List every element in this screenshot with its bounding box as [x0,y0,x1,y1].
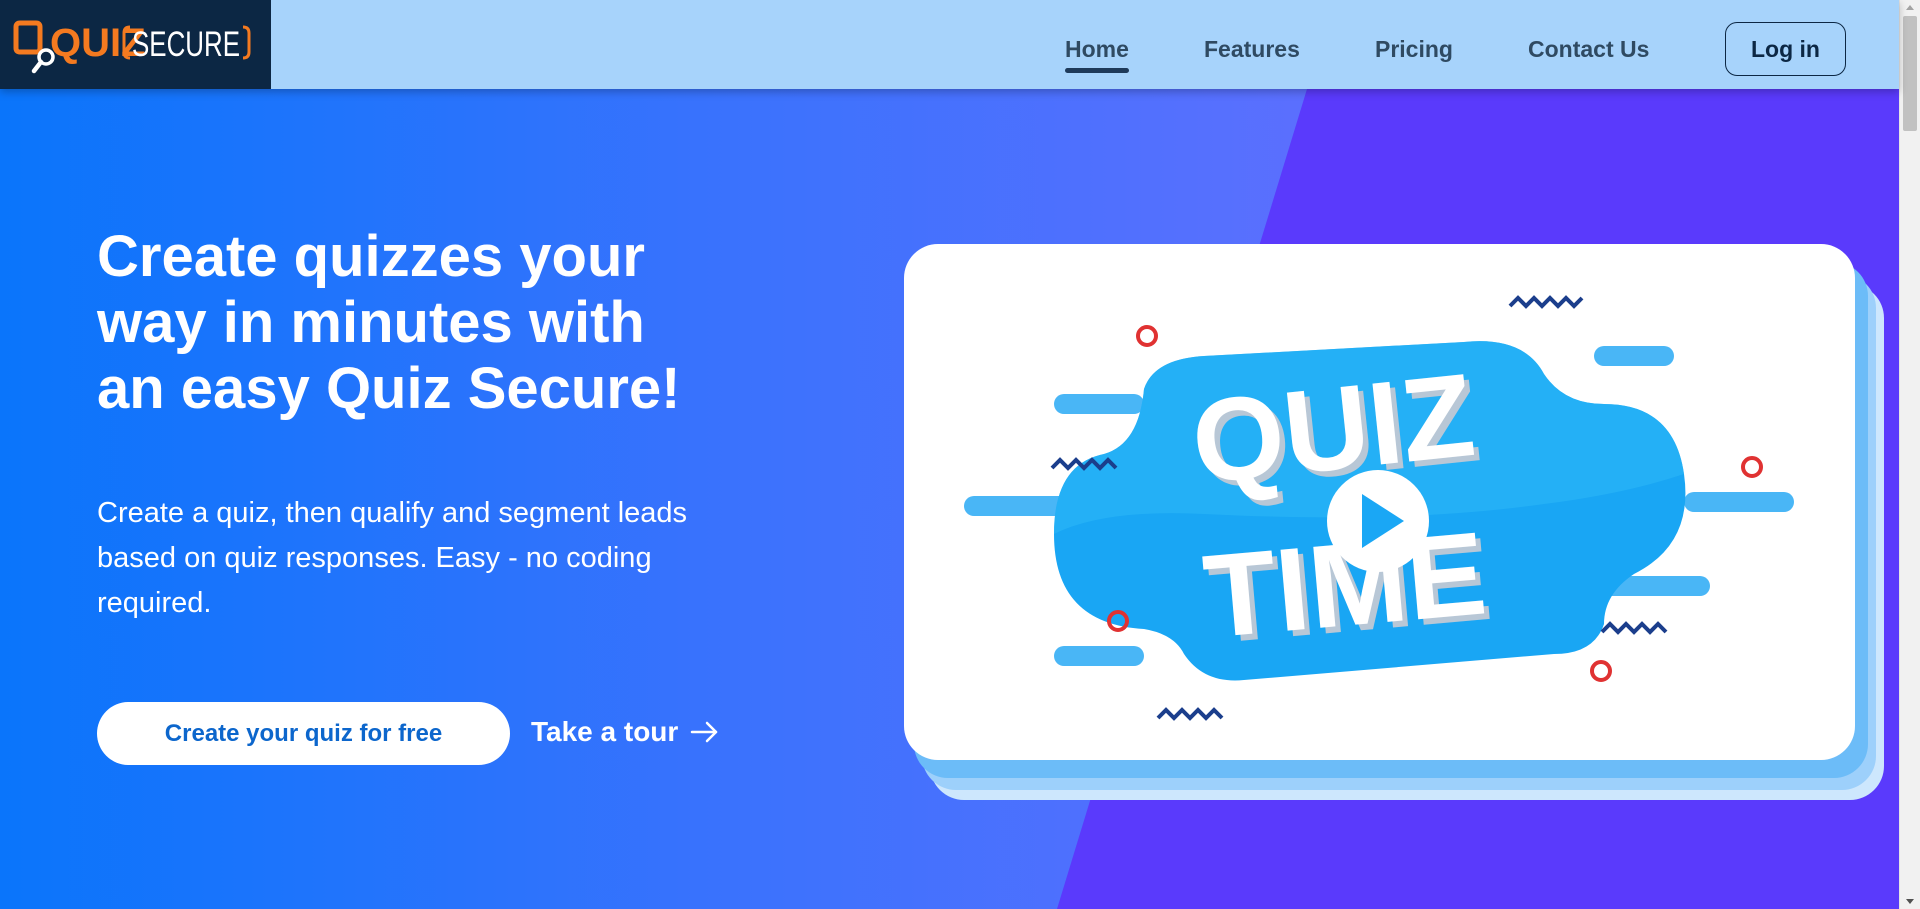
hero-subtitle-line-3: required. [97,587,212,619]
page: QUIZ SECURE Home Features Pricing Contac… [0,0,1920,909]
scroll-up-arrow-icon[interactable] [1906,5,1914,10]
take-tour-label: Take a tour [531,716,679,747]
nav-features[interactable]: Features [1204,36,1300,63]
hero-title-line-2: way in minutes with [97,290,645,355]
site-header: QUIZ SECURE Home Features Pricing Contac… [0,0,1899,89]
create-quiz-button[interactable]: Create your quiz for free [97,702,510,765]
hero-subtitle: Create a quiz, then qualify and segment … [97,491,757,626]
quiz-secure-logo: QUIZ SECURE [13,20,251,73]
quiz-time-illustration: QUIZ QUIZ TIME TIME [964,295,1794,721]
take-tour-link[interactable]: Take a tour [531,716,720,748]
hero-title-line-1: Create quizzes your [97,224,645,289]
hero-title: Create quizzes your way in minutes with … [97,224,737,422]
hero-subtitle-line-1: Create a quiz, then qualify and segment … [97,497,688,529]
scroll-down-arrow-icon[interactable] [1906,899,1914,904]
play-icon[interactable] [1327,470,1429,572]
logo-secure-text: SECURE [132,25,240,64]
vertical-scrollbar[interactable] [1899,0,1920,909]
scrollbar-thumb[interactable] [1903,16,1917,131]
arrow-right-icon [691,721,718,743]
quiz-time-video[interactable]: QUIZ QUIZ TIME TIME [904,244,1855,760]
brand-logo[interactable]: QUIZ SECURE [0,0,271,89]
login-button[interactable]: Log in [1725,22,1846,76]
nav-home[interactable]: Home [1065,36,1129,73]
hero-section: Create quizzes your way in minutes with … [0,89,1899,909]
video-card: QUIZ QUIZ TIME TIME [904,244,1884,800]
hero-subtitle-line-2: based on quiz responses. Easy - no codin… [97,542,652,574]
nav-contact-us[interactable]: Contact Us [1528,36,1649,63]
hero-title-line-3: an easy Quiz Secure! [97,356,681,421]
nav-pricing[interactable]: Pricing [1375,36,1453,63]
